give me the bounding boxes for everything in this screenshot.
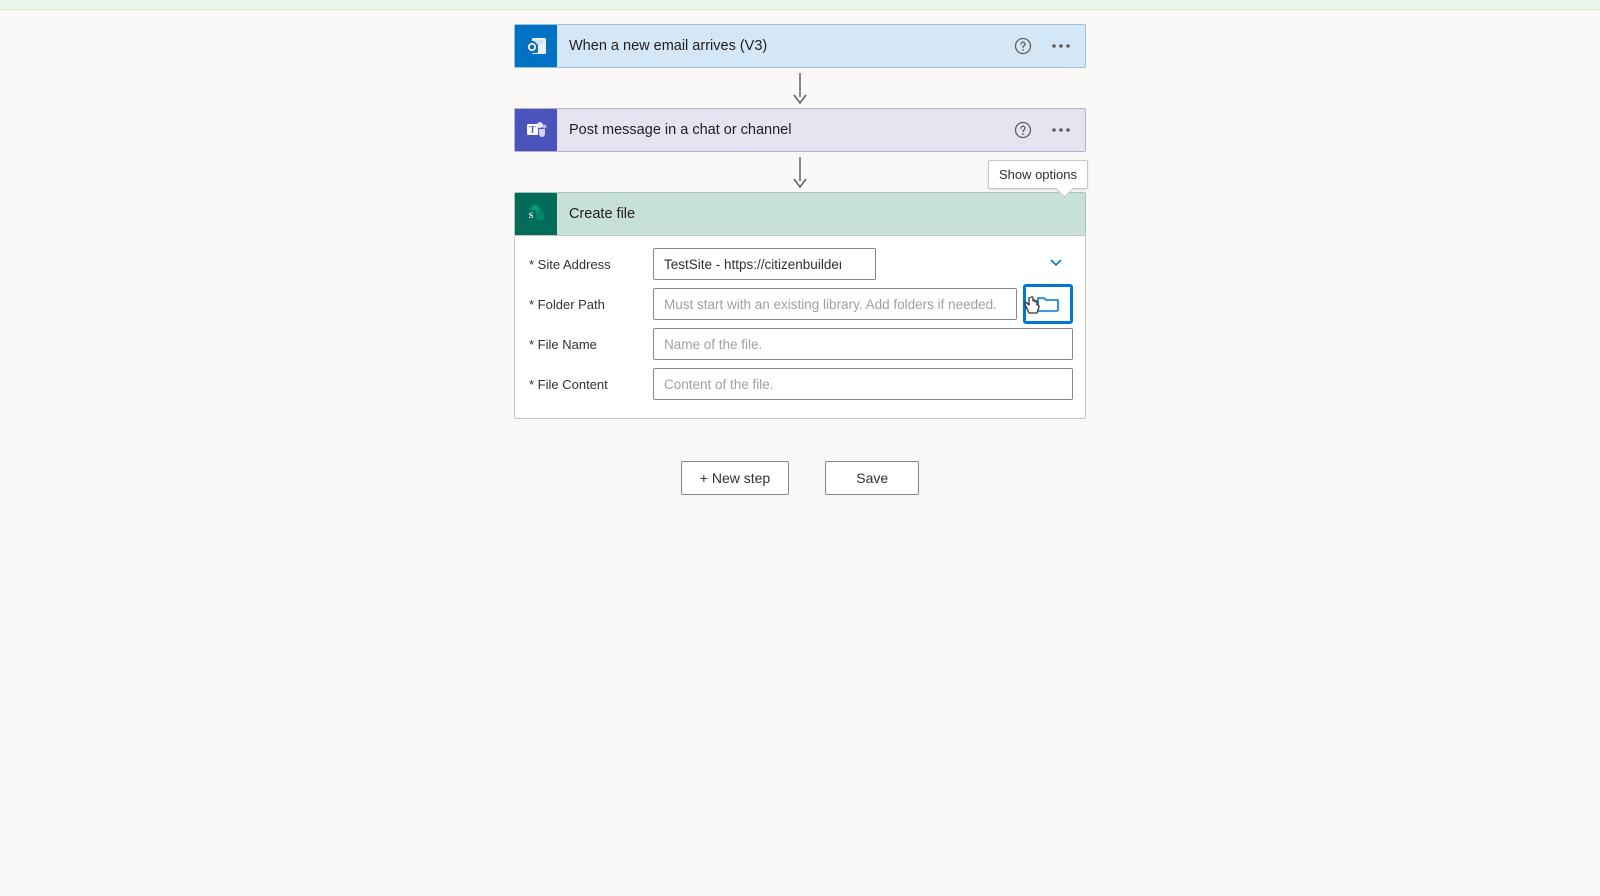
ellipsis-icon[interactable] xyxy=(1051,120,1071,140)
field-row-site-address: * Site Address xyxy=(527,248,1073,280)
label-site-address: * Site Address xyxy=(527,257,653,272)
action-title-sharepoint: Create file xyxy=(557,206,1085,222)
label-folder-path: * Folder Path xyxy=(527,297,653,312)
trigger-card-outlook[interactable]: When a new email arrives (V3) xyxy=(514,24,1086,68)
action-body-sharepoint: * Site Address * Folder Path xyxy=(514,235,1086,419)
sharepoint-icon: S xyxy=(515,193,557,235)
action-card-sharepoint: S Create file Show options * Site Addres… xyxy=(514,192,1086,419)
file-content-input[interactable] xyxy=(653,368,1073,400)
flow-arrow xyxy=(790,152,810,192)
outlook-icon xyxy=(515,25,557,67)
ellipsis-icon[interactable] xyxy=(1051,36,1071,56)
action-title-teams: Post message in a chat or channel xyxy=(557,122,1013,138)
show-options-tooltip[interactable]: Show options xyxy=(988,160,1088,189)
save-button[interactable]: Save xyxy=(825,461,919,495)
site-address-select[interactable] xyxy=(653,248,876,280)
label-file-content: * File Content xyxy=(527,377,653,392)
flow-canvas: When a new email arrives (V3) T Post mes… xyxy=(0,10,1600,495)
field-row-file-name: * File Name xyxy=(527,328,1073,360)
cursor-icon xyxy=(1022,295,1042,317)
svg-text:S: S xyxy=(529,210,534,220)
button-row: + New step Save xyxy=(681,461,919,495)
folder-path-input[interactable] xyxy=(653,288,1017,320)
field-row-file-content: * File Content xyxy=(527,368,1073,400)
action-header-sharepoint[interactable]: S Create file xyxy=(514,192,1086,235)
action-card-teams[interactable]: T Post message in a chat or channel xyxy=(514,108,1086,152)
file-name-input[interactable] xyxy=(653,328,1073,360)
label-file-name: * File Name xyxy=(527,337,653,352)
teams-icon: T xyxy=(515,109,557,151)
flow-arrow xyxy=(790,68,810,108)
trigger-title: When a new email arrives (V3) xyxy=(557,38,1013,54)
chevron-down-icon xyxy=(1049,256,1063,273)
help-icon[interactable] xyxy=(1013,36,1033,56)
folder-picker-button[interactable] xyxy=(1023,284,1073,324)
notification-bar xyxy=(0,0,1600,10)
field-row-folder-path: * Folder Path xyxy=(527,288,1073,320)
show-options-label: Show options xyxy=(999,167,1077,182)
svg-text:T: T xyxy=(529,125,535,135)
help-icon[interactable] xyxy=(1013,120,1033,140)
new-step-button[interactable]: + New step xyxy=(681,461,789,495)
